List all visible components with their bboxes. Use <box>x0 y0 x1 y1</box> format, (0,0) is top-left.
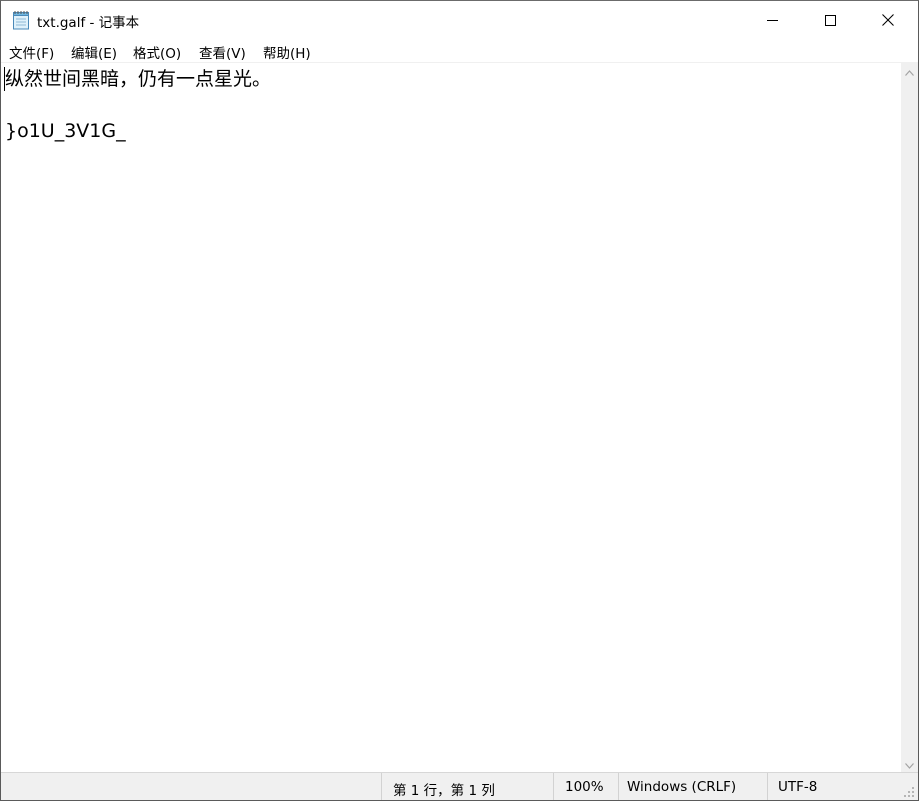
vertical-scrollbar[interactable] <box>901 62 918 772</box>
close-icon <box>882 11 894 30</box>
window-title: txt.galf - 记事本 <box>37 15 140 31</box>
status-zoom: 100% <box>565 779 604 795</box>
status-divider <box>767 773 768 800</box>
status-bar: 第 1 行，第 1 列 100% Windows (CRLF) UTF-8 <box>1 772 918 800</box>
chevron-up-icon <box>905 61 914 80</box>
menu-bar: 文件(F) 编辑(E) 格式(O) 查看(V) 帮助(H) <box>1 39 918 62</box>
editor-line-1[interactable]: 纵然世间黑暗，仍有一点星光。 <box>5 66 271 92</box>
menu-view[interactable]: 查看(V) <box>199 42 246 62</box>
chevron-down-icon <box>905 754 914 773</box>
text-editor[interactable]: 纵然世间黑暗，仍有一点星光。 }o1U_3V1G_ <box>1 62 901 773</box>
title-bar[interactable]: txt.galf - 记事本 <box>1 1 918 39</box>
scroll-down-button[interactable] <box>901 755 918 772</box>
scroll-up-button[interactable] <box>901 62 918 79</box>
status-divider <box>553 773 554 800</box>
close-button[interactable] <box>859 1 917 39</box>
resize-grip-icon[interactable] <box>903 786 915 798</box>
status-divider <box>618 773 619 800</box>
minimize-button[interactable] <box>743 1 801 39</box>
status-encoding: UTF-8 <box>778 779 818 795</box>
notepad-window: txt.galf - 记事本 文件(F) 编辑(E) 格式(O) 查看(V) 帮… <box>0 0 919 801</box>
menu-file[interactable]: 文件(F) <box>9 42 54 62</box>
editor-line-3[interactable]: }o1U_3V1G_ <box>5 118 126 144</box>
status-divider <box>381 773 382 800</box>
maximize-icon <box>824 11 836 30</box>
menu-format[interactable]: 格式(O) <box>133 42 181 62</box>
maximize-button[interactable] <box>801 1 859 39</box>
notepad-icon[interactable] <box>12 10 30 30</box>
minimize-icon <box>766 11 778 30</box>
status-cursor-position: 第 1 行，第 1 列 <box>393 783 495 799</box>
menu-edit[interactable]: 编辑(E) <box>71 42 117 62</box>
menu-help[interactable]: 帮助(H) <box>263 42 311 62</box>
status-line-ending: Windows (CRLF) <box>627 779 737 795</box>
